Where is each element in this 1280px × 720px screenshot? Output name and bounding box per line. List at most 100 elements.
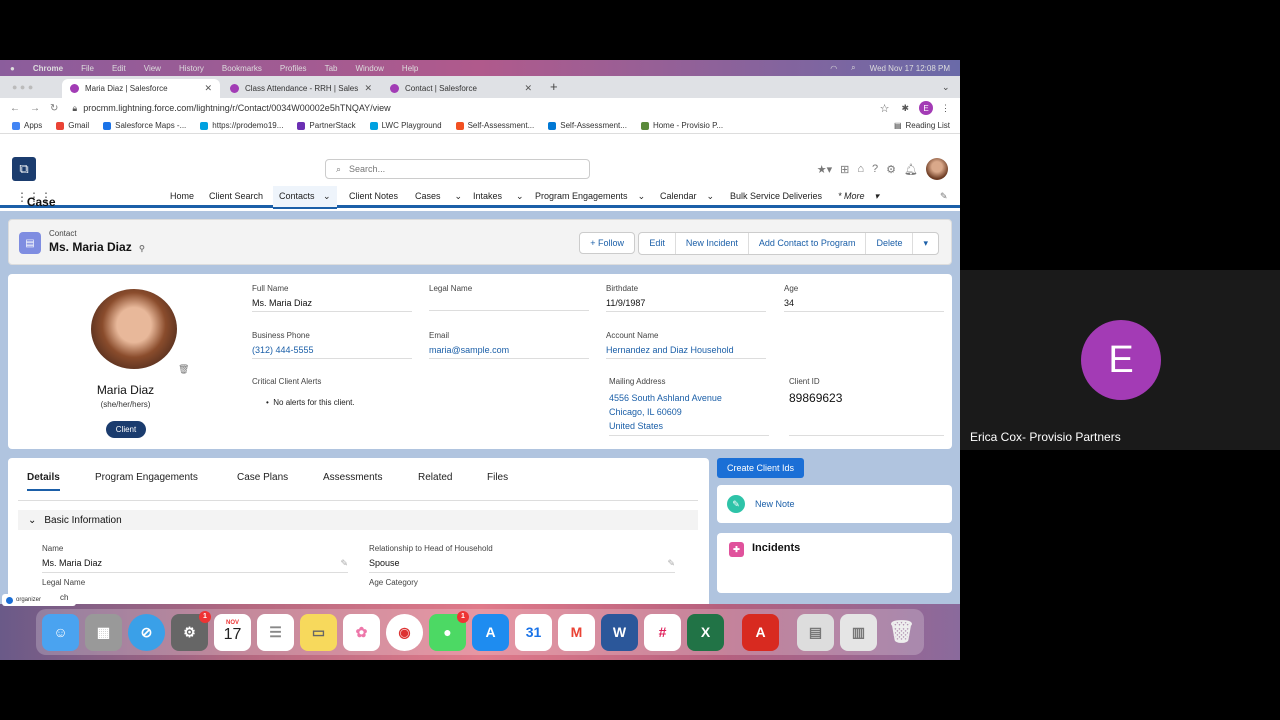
- documents-folder-icon[interactable]: ▤: [797, 613, 834, 651]
- chrome-icon[interactable]: ◉: [386, 613, 423, 651]
- menu-window[interactable]: Window: [355, 64, 383, 73]
- reminders-icon[interactable]: ☰: [257, 613, 294, 651]
- nav-calendar[interactable]: Calendar ⌄: [660, 191, 714, 202]
- nav-intakes[interactable]: Intakes ⌄: [473, 191, 524, 202]
- back-icon[interactable]: ←: [10, 103, 20, 114]
- account-link[interactable]: Hernandez and Diaz Household: [606, 345, 766, 359]
- window-controls[interactable]: ● ● ●: [12, 82, 33, 92]
- new-tab-button[interactable]: +: [550, 79, 558, 94]
- nav-contacts[interactable]: Contacts ⌄: [273, 186, 337, 209]
- edit-nav-pencil-icon[interactable]: ✎: [940, 191, 948, 202]
- messages-icon[interactable]: ● 1: [429, 610, 469, 651]
- nav-client-notes[interactable]: Client Notes: [349, 191, 398, 201]
- basic-information-section[interactable]: ⌄ Basic Information: [18, 510, 698, 530]
- menu-history[interactable]: History: [179, 64, 204, 73]
- launchpad-icon[interactable]: ▦: [85, 613, 122, 651]
- tab-maria-diaz[interactable]: Maria Diaz | Salesforce ✕: [62, 79, 220, 98]
- tab-program-engagements[interactable]: Program Engagements: [95, 472, 198, 483]
- delete-photo-icon[interactable]: 🗑︎: [178, 364, 189, 375]
- url-input[interactable]: procmm.lightning.force.com/lightning/r/C…: [83, 103, 390, 113]
- tab-files[interactable]: Files: [487, 472, 508, 483]
- help-icon[interactable]: ?: [872, 163, 878, 175]
- trailhead-icon[interactable]: ⌂: [857, 163, 864, 175]
- nav-more[interactable]: * More ▾: [838, 191, 879, 202]
- tab-contact[interactable]: Contact | Salesforce ✕: [382, 79, 540, 98]
- wifi-icon[interactable]: ◠: [830, 64, 837, 73]
- bookmark-prodemo[interactable]: https://prodemo19...: [200, 121, 283, 130]
- system-preferences-icon[interactable]: ⚙ 1: [171, 610, 211, 651]
- global-search-input[interactable]: ⌕ Search...: [325, 159, 590, 179]
- bookmark-home-provisio[interactable]: Home - Provisio P...: [640, 121, 723, 130]
- bell-icon[interactable]: 🔔︎: [904, 163, 918, 176]
- nav-program-engagements[interactable]: Program Engagements ⌄: [535, 191, 645, 202]
- gmail-icon[interactable]: M: [558, 613, 595, 651]
- menu-tab[interactable]: Tab: [325, 64, 338, 73]
- nav-bulk-service-deliveries[interactable]: Bulk Service Deliveries: [730, 191, 822, 201]
- follow-button[interactable]: + Follow: [579, 232, 635, 254]
- google-calendar-icon[interactable]: 31: [515, 613, 552, 651]
- bookmark-lwc-playground[interactable]: LWC Playground: [369, 121, 442, 130]
- tab-menu-chevron-icon[interactable]: ⌄: [942, 82, 950, 93]
- edit-button[interactable]: Edit: [639, 233, 676, 254]
- reading-list[interactable]: ▤ Reading List: [894, 121, 950, 130]
- finder-icon[interactable]: ☺: [42, 613, 79, 651]
- bookmark-apps[interactable]: Apps: [12, 121, 42, 130]
- trash-icon[interactable]: 🗑︎: [883, 614, 920, 651]
- org-logo-icon[interactable]: ⧉: [12, 157, 36, 181]
- tab-related[interactable]: Related: [418, 472, 452, 483]
- tab-details[interactable]: Details: [27, 472, 60, 491]
- app-store-icon[interactable]: A: [472, 613, 509, 651]
- tab-case-plans[interactable]: Case Plans: [237, 472, 288, 483]
- word-icon[interactable]: W: [601, 613, 638, 651]
- bookmark-self-assessment-2[interactable]: Self-Assessment...: [548, 121, 627, 130]
- downloads-folder-icon[interactable]: ▥: [840, 613, 877, 651]
- bookmark-salesforce-maps[interactable]: Salesforce Maps -...: [103, 121, 186, 130]
- clock[interactable]: Wed Nov 17 12:08 PM: [870, 64, 950, 73]
- delete-button[interactable]: Delete: [866, 233, 914, 254]
- profile-avatar[interactable]: E: [919, 101, 933, 115]
- menu-edit[interactable]: Edit: [112, 64, 126, 73]
- search-icon[interactable]: ⌕: [851, 63, 855, 73]
- create-client-ids-button[interactable]: Create Client Ids: [717, 458, 805, 478]
- new-note-card[interactable]: ✎ New Note: [717, 485, 952, 523]
- slack-icon[interactable]: #: [644, 613, 681, 651]
- excel-icon[interactable]: X: [687, 613, 724, 651]
- client-badge[interactable]: Client: [106, 421, 146, 438]
- notes-icon[interactable]: ▭: [300, 613, 337, 651]
- nav-client-search[interactable]: Client Search: [209, 191, 263, 201]
- more-actions-chevron-icon[interactable]: ▾: [913, 233, 938, 254]
- forward-icon[interactable]: →: [30, 103, 40, 114]
- menu-view[interactable]: View: [144, 64, 161, 73]
- safari-icon[interactable]: ⊘: [128, 613, 165, 651]
- tab-class-attendance[interactable]: Class Attendance - RRH | Sales ✕: [222, 79, 380, 98]
- bookmark-partnerstack[interactable]: PartnerStack: [297, 121, 356, 130]
- menu-file[interactable]: File: [81, 64, 94, 73]
- menu-app[interactable]: Chrome: [33, 64, 63, 73]
- star-icon[interactable]: ☆: [880, 102, 890, 115]
- user-avatar[interactable]: [926, 158, 948, 180]
- nav-cases[interactable]: Cases ⌄: [415, 191, 462, 202]
- new-incident-button[interactable]: New Incident: [676, 233, 749, 254]
- photos-icon[interactable]: ✿: [343, 613, 380, 651]
- bookmark-gmail[interactable]: Gmail: [56, 121, 89, 130]
- close-icon[interactable]: ✕: [204, 83, 212, 94]
- close-icon[interactable]: ✕: [364, 83, 372, 94]
- tab-assessments[interactable]: Assessments: [323, 472, 382, 483]
- favorites-icon[interactable]: ★▾: [817, 163, 832, 176]
- add-icon[interactable]: ⊞: [840, 163, 849, 176]
- kebab-menu-icon[interactable]: ⋮: [941, 103, 950, 114]
- menu-help[interactable]: Help: [402, 64, 418, 73]
- menu-bookmarks[interactable]: Bookmarks: [222, 64, 262, 73]
- extensions-icon[interactable]: ✱: [901, 103, 909, 114]
- email-link[interactable]: maria@sample.com: [429, 345, 589, 359]
- phone-link[interactable]: (312) 444-5555: [252, 345, 412, 359]
- acrobat-icon[interactable]: A: [742, 613, 779, 651]
- address-link[interactable]: 4556 South Ashland Avenue Chicago, IL 60…: [609, 391, 769, 436]
- add-contact-to-program-button[interactable]: Add Contact to Program: [749, 233, 867, 254]
- apple-icon[interactable]: ●: [10, 64, 15, 73]
- reload-icon[interactable]: ↻: [50, 103, 58, 114]
- gear-icon[interactable]: ⚙: [886, 163, 896, 176]
- menu-profiles[interactable]: Profiles: [280, 64, 307, 73]
- close-icon[interactable]: ✕: [524, 83, 532, 94]
- calendar-icon[interactable]: NOV 17: [214, 613, 251, 651]
